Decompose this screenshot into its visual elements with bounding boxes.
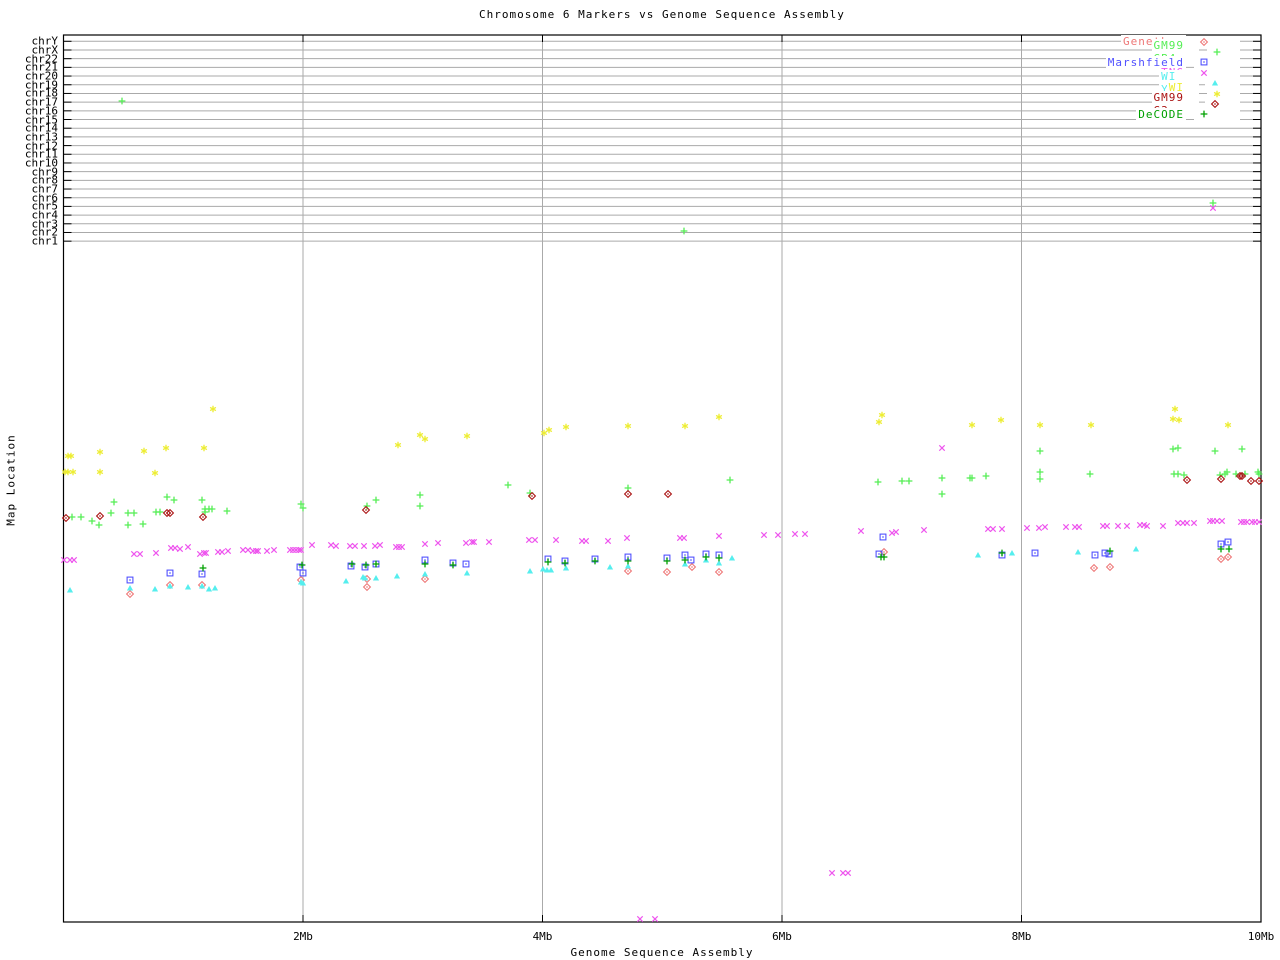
series-decode xyxy=(199,545,1233,572)
legend-item-decode: DeCODE xyxy=(1136,107,1240,121)
plus-icon xyxy=(1194,108,1240,121)
plot-area xyxy=(60,34,1264,923)
series-wi-rh xyxy=(61,405,1232,477)
series-gm99-g3 xyxy=(61,471,1264,523)
series-wi-yac xyxy=(66,546,1140,593)
legend-label: DeCODE xyxy=(1136,107,1186,121)
chromosome-markers-chart: Chromosome 6 Markers vs Genome Sequence … xyxy=(0,0,1280,960)
series-marshfield xyxy=(126,533,1232,584)
xtick-8Mb: 8Mb xyxy=(1011,930,1032,943)
ytick-chr1: chr1 xyxy=(31,234,59,248)
xtick-10Mb: 10Mb xyxy=(1247,930,1275,943)
series-tng xyxy=(60,204,1263,923)
xtick-4Mb: 4Mb xyxy=(532,930,553,943)
series-genethon xyxy=(125,547,1233,599)
series-gm99-gb4 xyxy=(68,97,1263,529)
xtick-6Mb: 6Mb xyxy=(772,930,792,943)
xtick-2Mb: 2Mb xyxy=(293,930,313,943)
